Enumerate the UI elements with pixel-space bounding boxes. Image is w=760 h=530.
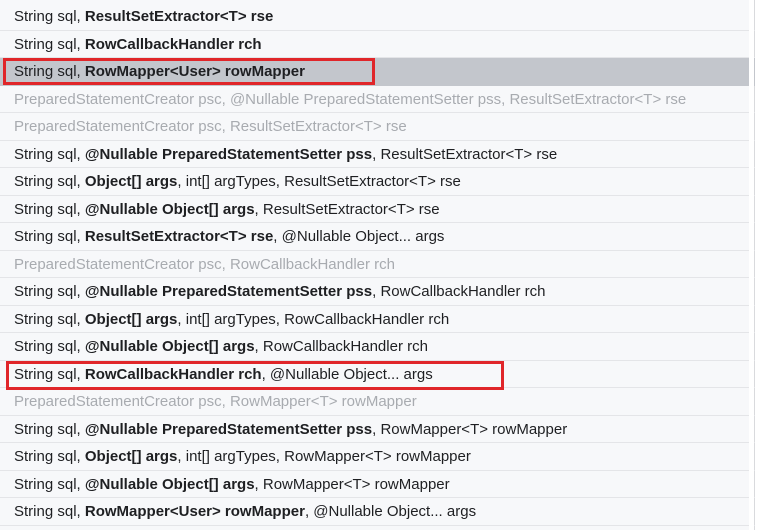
signature-row[interactable]: String sql, @Nullable Object[] args, Res… — [0, 196, 755, 223]
signature-text: PreparedStatementCreator psc, RowMapper<… — [14, 393, 417, 410]
signature-text: , ResultSetExtractor<T> rse — [254, 200, 440, 218]
current-parameter: RowMapper<User> rowMapper — [84, 63, 305, 80]
signature-text: String sql, — [14, 145, 85, 163]
current-parameter: @Nullable Object[] args — [84, 338, 255, 355]
signature-row: PreparedStatementCreator psc, @Nullable … — [0, 86, 755, 113]
signature-row[interactable]: String sql, ResultSetExtractor<T> rse — [0, 3, 755, 31]
signature-row[interactable]: String sql, RowMapper<User> rowMapper — [0, 58, 755, 86]
signature-text: String sql, — [14, 228, 85, 245]
current-parameter: RowMapper<User> rowMapper — [84, 503, 305, 520]
current-parameter: @Nullable PreparedStatementSetter pss — [84, 420, 373, 438]
signature-text: , RowMapper<T> rowMapper — [254, 475, 450, 493]
signature-row[interactable]: String sql, @Nullable PreparedStatementS… — [0, 141, 755, 168]
current-parameter: @Nullable PreparedStatementSetter pss — [84, 145, 373, 163]
current-parameter: @Nullable Object[] args — [84, 475, 255, 493]
signature-text: , RowCallbackHandler rch — [372, 283, 546, 300]
current-parameter: RowCallbackHandler rch — [84, 35, 262, 53]
signature-row[interactable]: String sql, @Nullable Object[] args, Row… — [0, 471, 755, 498]
current-parameter: ResultSetExtractor<T> rse — [84, 228, 274, 245]
current-parameter: @Nullable PreparedStatementSetter pss — [84, 283, 373, 300]
signature-text: , ResultSetExtractor<T> rse — [372, 145, 558, 163]
signature-text: String sql, — [14, 420, 85, 438]
signature-text: String sql, — [14, 475, 85, 493]
scrollbar[interactable] — [749, 0, 754, 530]
signature-text: , int[] argTypes, RowMapper<T> rowMapper — [177, 448, 471, 465]
signature-row[interactable]: String sql, RowMapper<User> rowMapper, @… — [0, 498, 755, 526]
signature-row: PreparedStatementCreator psc, RowMapper<… — [0, 388, 755, 416]
signature-text: String sql, — [14, 503, 85, 520]
signature-text: , @Nullable Object... args — [261, 365, 433, 383]
signature-text: , RowCallbackHandler rch — [254, 338, 428, 355]
signature-text: , @Nullable Object... args — [304, 503, 477, 520]
signature-text: String sql, — [14, 310, 85, 328]
signature-text: String sql, — [14, 35, 85, 53]
signature-text: String sql, — [14, 200, 85, 218]
signature-text: String sql, — [14, 365, 85, 383]
current-parameter: Object[] args — [84, 173, 178, 190]
signature-row[interactable]: String sql, Object[] args, int[] argType… — [0, 168, 755, 196]
signature-row[interactable]: String sql, ResultSetExtractor<T> rse, @… — [0, 223, 755, 251]
signature-text: PreparedStatementCreator psc, ResultSetE… — [14, 118, 407, 135]
signature-text: String sql, — [14, 173, 85, 190]
signature-text: , int[] argTypes, RowCallbackHandler rch — [177, 310, 450, 328]
signature-text: , RowMapper<T> rowMapper — [372, 420, 568, 438]
current-parameter: @Nullable Object[] args — [84, 200, 255, 218]
signature-text: String sql, — [14, 283, 85, 300]
signature-text: , @Nullable Object... args — [273, 228, 445, 245]
signature-row: PreparedStatementCreator psc, ResultSetE… — [0, 113, 755, 141]
signature-row: PreparedStatementCreator psc, RowCallbac… — [0, 251, 755, 278]
current-parameter: ResultSetExtractor<T> rse — [84, 8, 274, 25]
signature-text: String sql, — [14, 8, 85, 25]
signature-text: , int[] argTypes, ResultSetExtractor<T> … — [177, 173, 461, 190]
current-parameter: Object[] args — [84, 448, 178, 465]
signature-row[interactable]: String sql, RowCallbackHandler rch — [0, 31, 755, 58]
signature-text: PreparedStatementCreator psc, RowCallbac… — [14, 255, 396, 273]
signature-text: String sql, — [14, 448, 85, 465]
signature-text: String sql, — [14, 338, 85, 355]
signature-row[interactable]: String sql, @Nullable PreparedStatementS… — [0, 416, 755, 443]
signature-row[interactable]: String sql, Object[] args, int[] argType… — [0, 443, 755, 471]
signature-row[interactable]: String sql, Object[] args, int[] argType… — [0, 306, 755, 333]
current-parameter: RowCallbackHandler rch — [84, 365, 262, 383]
signature-row[interactable]: String sql, @Nullable Object[] args, Row… — [0, 333, 755, 361]
current-parameter: Object[] args — [84, 310, 178, 328]
signature-row[interactable]: String sql, RowCallbackHandler rch, @Nul… — [0, 361, 755, 388]
signature-text: PreparedStatementCreator psc, @Nullable … — [14, 90, 687, 108]
signature-row[interactable]: String sql, @Nullable PreparedStatementS… — [0, 278, 755, 306]
parameter-info-popup: String sql, ResultSetExtractor<T> rse Str… — [0, 0, 755, 530]
signature-text: String sql, — [14, 63, 85, 80]
